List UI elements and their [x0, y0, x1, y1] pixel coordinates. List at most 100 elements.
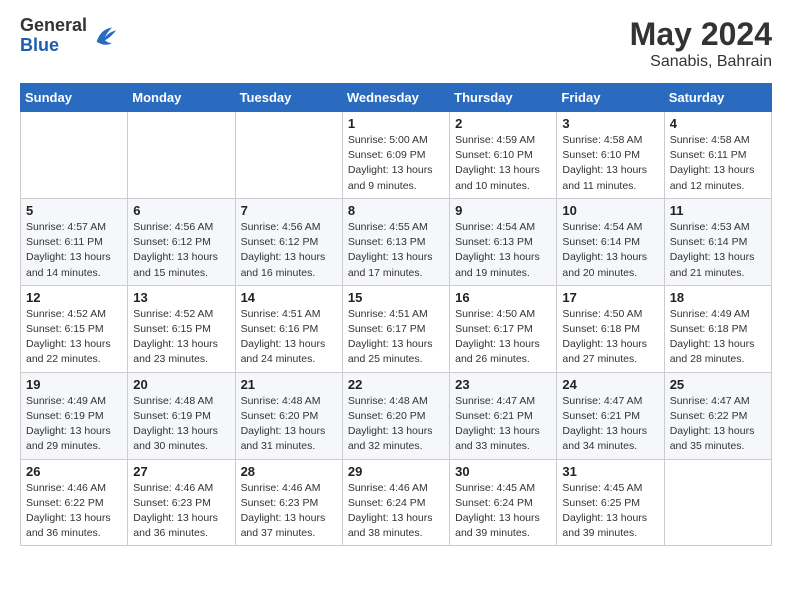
day-info: Sunrise: 4:46 AM Sunset: 6:24 PM Dayligh… — [348, 481, 444, 542]
day-number: 12 — [26, 290, 122, 305]
day-number: 8 — [348, 203, 444, 218]
day-info: Sunrise: 4:50 AM Sunset: 6:17 PM Dayligh… — [455, 307, 551, 368]
calendar-cell: 8 Sunrise: 4:55 AM Sunset: 6:13 PM Daylig… — [342, 198, 449, 285]
calendar-cell: 17 Sunrise: 4:50 AM Sunset: 6:18 PM Dayli… — [557, 285, 664, 372]
day-number: 28 — [241, 464, 337, 479]
weekday-header-thursday: Thursday — [450, 84, 557, 112]
weekday-header-wednesday: Wednesday — [342, 84, 449, 112]
day-info: Sunrise: 4:50 AM Sunset: 6:18 PM Dayligh… — [562, 307, 658, 368]
calendar-cell: 25Sunrise: 4:47 AM Sunset: 6:22 PM Dayli… — [664, 372, 771, 459]
day-info: Sunrise: 4:57 AM Sunset: 6:11 PM Dayligh… — [26, 220, 122, 281]
calendar-cell: 23Sunrise: 4:47 AM Sunset: 6:21 PM Dayli… — [450, 372, 557, 459]
calendar-cell: 28 Sunrise: 4:46 AM Sunset: 6:23 PM Dayli… — [235, 459, 342, 546]
day-number: 9 — [455, 203, 551, 218]
day-info: Sunrise: 4:46 AM Sunset: 6:23 PM Dayligh… — [133, 481, 229, 542]
calendar-cell: 4 Sunrise: 4:58 AM Sunset: 6:11 PM Daylig… — [664, 112, 771, 199]
logo-blue: Blue — [20, 36, 87, 56]
day-info: Sunrise: 4:49 AM Sunset: 6:19 PM Dayligh… — [26, 394, 122, 455]
calendar-cell — [664, 459, 771, 546]
day-number: 2 — [455, 116, 551, 131]
month-year-title: May 2024 — [630, 16, 772, 53]
day-number: 15 — [348, 290, 444, 305]
calendar-cell: 24 Sunrise: 4:47 AM Sunset: 6:21 PM Dayli… — [557, 372, 664, 459]
calendar-cell: 2 Sunrise: 4:59 AM Sunset: 6:10 PM Daylig… — [450, 112, 557, 199]
header: General Blue May 2024 Sanabis, Bahrain — [20, 16, 772, 71]
day-number: 24 — [562, 377, 658, 392]
calendar-cell — [235, 112, 342, 199]
day-info: Sunrise: 4:54 AM Sunset: 6:13 PM Dayligh… — [455, 220, 551, 281]
weekday-header-tuesday: Tuesday — [235, 84, 342, 112]
day-number: 5 — [26, 203, 122, 218]
weekday-header-sunday: Sunday — [21, 84, 128, 112]
logo-general: General — [20, 16, 87, 36]
day-number: 31 — [562, 464, 658, 479]
day-info: Sunrise: 4:55 AM Sunset: 6:13 PM Dayligh… — [348, 220, 444, 281]
day-number: 18 — [670, 290, 766, 305]
weekday-header-monday: Monday — [128, 84, 235, 112]
logo-text: General Blue — [20, 16, 87, 56]
day-number: 7 — [241, 203, 337, 218]
day-number: 6 — [133, 203, 229, 218]
day-info: Sunrise: 4:48 AM Sunset: 6:20 PM Dayligh… — [241, 394, 337, 455]
day-info: Sunrise: 4:48 AM Sunset: 6:19 PM Dayligh… — [133, 394, 229, 455]
day-info: Sunrise: 4:56 AM Sunset: 6:12 PM Dayligh… — [133, 220, 229, 281]
day-number: 17 — [562, 290, 658, 305]
calendar-cell — [128, 112, 235, 199]
page: General Blue May 2024 Sanabis, Bahrain S… — [0, 0, 792, 562]
day-info: Sunrise: 4:51 AM Sunset: 6:16 PM Dayligh… — [241, 307, 337, 368]
day-number: 25 — [670, 377, 766, 392]
day-info: Sunrise: 4:56 AM Sunset: 6:12 PM Dayligh… — [241, 220, 337, 281]
day-number: 3 — [562, 116, 658, 131]
calendar-cell: 14 Sunrise: 4:51 AM Sunset: 6:16 PM Dayli… — [235, 285, 342, 372]
calendar-cell: 22 Sunrise: 4:48 AM Sunset: 6:20 PM Dayli… — [342, 372, 449, 459]
calendar-cell: 3 Sunrise: 4:58 AM Sunset: 6:10 PM Daylig… — [557, 112, 664, 199]
day-number: 27 — [133, 464, 229, 479]
calendar-cell — [21, 112, 128, 199]
day-info: Sunrise: 4:58 AM Sunset: 6:11 PM Dayligh… — [670, 133, 766, 194]
calendar-cell: 7 Sunrise: 4:56 AM Sunset: 6:12 PM Daylig… — [235, 198, 342, 285]
day-number: 23 — [455, 377, 551, 392]
day-info: Sunrise: 4:46 AM Sunset: 6:23 PM Dayligh… — [241, 481, 337, 542]
day-info: Sunrise: 4:48 AM Sunset: 6:20 PM Dayligh… — [348, 394, 444, 455]
calendar-week-row: 1 Sunrise: 5:00 AM Sunset: 6:09 PM Daylig… — [21, 112, 772, 199]
day-info: Sunrise: 4:45 AM Sunset: 6:24 PM Dayligh… — [455, 481, 551, 542]
logo-bird-icon — [91, 22, 119, 50]
logo: General Blue — [20, 16, 119, 56]
day-number: 10 — [562, 203, 658, 218]
calendar-cell: 12Sunrise: 4:52 AM Sunset: 6:15 PM Dayli… — [21, 285, 128, 372]
calendar-cell: 18 Sunrise: 4:49 AM Sunset: 6:18 PM Dayli… — [664, 285, 771, 372]
calendar-cell: 5 Sunrise: 4:57 AM Sunset: 6:11 PM Daylig… — [21, 198, 128, 285]
title-block: May 2024 Sanabis, Bahrain — [630, 16, 772, 71]
calendar-cell: 16 Sunrise: 4:50 AM Sunset: 6:17 PM Dayli… — [450, 285, 557, 372]
calendar-cell: 31 Sunrise: 4:45 AM Sunset: 6:25 PM Dayli… — [557, 459, 664, 546]
calendar-cell: 26 Sunrise: 4:46 AM Sunset: 6:22 PM Dayli… — [21, 459, 128, 546]
calendar-cell: 11Sunrise: 4:53 AM Sunset: 6:14 PM Dayli… — [664, 198, 771, 285]
day-info: Sunrise: 4:54 AM Sunset: 6:14 PM Dayligh… — [562, 220, 658, 281]
calendar-cell: 19Sunrise: 4:49 AM Sunset: 6:19 PM Dayli… — [21, 372, 128, 459]
calendar-cell: 15Sunrise: 4:51 AM Sunset: 6:17 PM Dayli… — [342, 285, 449, 372]
day-number: 22 — [348, 377, 444, 392]
day-info: Sunrise: 4:52 AM Sunset: 6:15 PM Dayligh… — [133, 307, 229, 368]
day-info: Sunrise: 4:58 AM Sunset: 6:10 PM Dayligh… — [562, 133, 658, 194]
day-info: Sunrise: 4:45 AM Sunset: 6:25 PM Dayligh… — [562, 481, 658, 542]
day-info: Sunrise: 4:49 AM Sunset: 6:18 PM Dayligh… — [670, 307, 766, 368]
day-number: 16 — [455, 290, 551, 305]
calendar-cell: 1 Sunrise: 5:00 AM Sunset: 6:09 PM Daylig… — [342, 112, 449, 199]
day-number: 29 — [348, 464, 444, 479]
day-number: 13 — [133, 290, 229, 305]
day-number: 4 — [670, 116, 766, 131]
calendar-header-row: SundayMondayTuesdayWednesdayThursdayFrid… — [21, 84, 772, 112]
day-number: 30 — [455, 464, 551, 479]
day-number: 26 — [26, 464, 122, 479]
calendar-cell: 20Sunrise: 4:48 AM Sunset: 6:19 PM Dayli… — [128, 372, 235, 459]
calendar-week-row: 12 Sunrise: 4:52 AM Sunset: 6:15 PM Dayli… — [21, 285, 772, 372]
day-info: Sunrise: 5:00 AM Sunset: 6:09 PM Dayligh… — [348, 133, 444, 194]
day-info: Sunrise: 4:46 AM Sunset: 6:22 PM Dayligh… — [26, 481, 122, 542]
day-number: 11 — [670, 203, 766, 218]
day-number: 14 — [241, 290, 337, 305]
day-number: 1 — [348, 116, 444, 131]
calendar-cell: 13 Sunrise: 4:52 AM Sunset: 6:15 PM Dayli… — [128, 285, 235, 372]
day-info: Sunrise: 4:59 AM Sunset: 6:10 PM Dayligh… — [455, 133, 551, 194]
calendar-table: SundayMondayTuesdayWednesdayThursdayFrid… — [20, 83, 772, 546]
day-info: Sunrise: 4:47 AM Sunset: 6:21 PM Dayligh… — [562, 394, 658, 455]
